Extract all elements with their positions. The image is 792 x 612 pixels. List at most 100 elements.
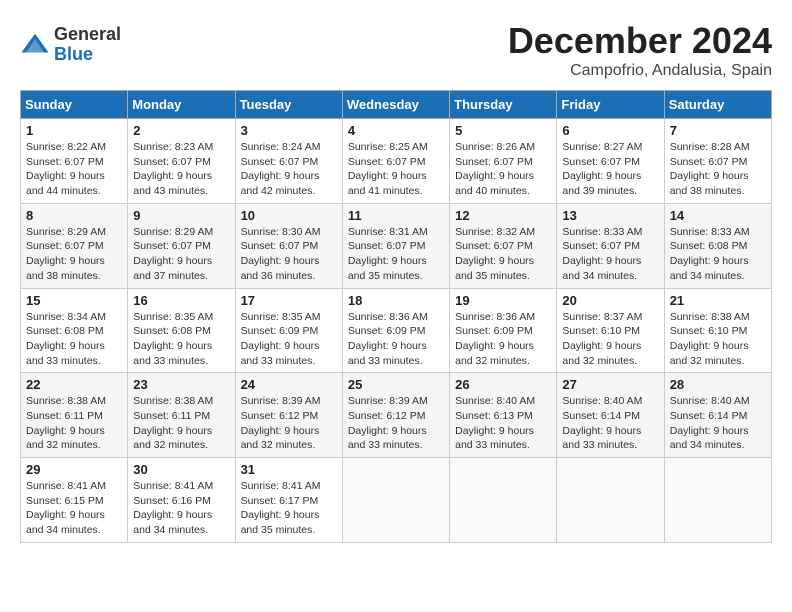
day-cell: 12 Sunrise: 8:32 AMSunset: 6:07 PMDayligh… bbox=[450, 203, 557, 288]
day-cell: 11Sunrise: 8:31 AMSunset: 6:07 PMDayligh… bbox=[342, 203, 449, 288]
day-number: 20 bbox=[562, 293, 658, 308]
day-number: 24 bbox=[241, 377, 337, 392]
day-number: 28 bbox=[670, 377, 766, 392]
day-number: 14 bbox=[670, 208, 766, 223]
day-number: 8 bbox=[26, 208, 122, 223]
day-info: Sunrise: 8:27 AMSunset: 6:07 PMDaylight:… bbox=[562, 140, 658, 199]
day-cell: 8 Sunrise: 8:29 AMSunset: 6:07 PMDaylight… bbox=[21, 203, 128, 288]
day-cell: 6 Sunrise: 8:27 AMSunset: 6:07 PMDaylight… bbox=[557, 119, 664, 204]
day-cell: 26Sunrise: 8:40 AMSunset: 6:13 PMDayligh… bbox=[450, 373, 557, 458]
day-info: Sunrise: 8:28 AMSunset: 6:07 PMDaylight:… bbox=[670, 140, 766, 199]
day-cell: 3Sunrise: 8:24 AMSunset: 6:07 PMDaylight… bbox=[235, 119, 342, 204]
day-cell: 15Sunrise: 8:34 AMSunset: 6:08 PMDayligh… bbox=[21, 288, 128, 373]
logo: General Blue bbox=[20, 25, 121, 65]
day-cell: 24 Sunrise: 8:39 AMSunset: 6:12 PMDayligh… bbox=[235, 373, 342, 458]
day-info: Sunrise: 8:38 AMSunset: 6:11 PMDaylight:… bbox=[26, 394, 122, 453]
day-number: 19 bbox=[455, 293, 551, 308]
weekday-header-row: SundayMondayTuesdayWednesdayThursdayFrid… bbox=[21, 91, 772, 119]
title-area: December 2024 Campofrio, Andalusia, Spai… bbox=[508, 20, 772, 80]
day-number: 2 bbox=[133, 123, 229, 138]
logo-general: General bbox=[54, 25, 121, 45]
day-cell: 28 Sunrise: 8:40 AMSunset: 6:14 PMDayligh… bbox=[664, 373, 771, 458]
day-info: Sunrise: 8:38 AMSunset: 6:11 PMDaylight:… bbox=[133, 394, 229, 453]
day-cell: 9 Sunrise: 8:29 AMSunset: 6:07 PMDaylight… bbox=[128, 203, 235, 288]
day-cell bbox=[450, 458, 557, 543]
day-cell: 10 Sunrise: 8:30 AMSunset: 6:07 PMDayligh… bbox=[235, 203, 342, 288]
day-number: 6 bbox=[562, 123, 658, 138]
day-info: Sunrise: 8:30 AMSunset: 6:07 PMDaylight:… bbox=[241, 225, 337, 284]
day-cell bbox=[664, 458, 771, 543]
day-number: 17 bbox=[241, 293, 337, 308]
location-title: Campofrio, Andalusia, Spain bbox=[508, 62, 772, 80]
day-info: Sunrise: 8:41 AMSunset: 6:17 PMDaylight:… bbox=[241, 479, 337, 538]
day-cell: 7 Sunrise: 8:28 AMSunset: 6:07 PMDaylight… bbox=[664, 119, 771, 204]
day-number: 23 bbox=[133, 377, 229, 392]
week-row-3: 15Sunrise: 8:34 AMSunset: 6:08 PMDayligh… bbox=[21, 288, 772, 373]
day-cell: 19 Sunrise: 8:36 AMSunset: 6:09 PMDayligh… bbox=[450, 288, 557, 373]
day-info: Sunrise: 8:35 AMSunset: 6:09 PMDaylight:… bbox=[241, 310, 337, 369]
day-number: 31 bbox=[241, 462, 337, 477]
day-info: Sunrise: 8:41 AMSunset: 6:16 PMDaylight:… bbox=[133, 479, 229, 538]
day-info: Sunrise: 8:39 AMSunset: 6:12 PMDaylight:… bbox=[348, 394, 444, 453]
day-cell: 4Sunrise: 8:25 AMSunset: 6:07 PMDaylight… bbox=[342, 119, 449, 204]
day-cell: 21Sunrise: 8:38 AMSunset: 6:10 PMDayligh… bbox=[664, 288, 771, 373]
day-cell: 18 Sunrise: 8:36 AMSunset: 6:09 PMDayligh… bbox=[342, 288, 449, 373]
day-info: Sunrise: 8:24 AMSunset: 6:07 PMDaylight:… bbox=[241, 140, 337, 199]
day-info: Sunrise: 8:39 AMSunset: 6:12 PMDaylight:… bbox=[241, 394, 337, 453]
weekday-header-tuesday: Tuesday bbox=[235, 91, 342, 119]
logo-icon bbox=[20, 30, 50, 60]
week-row-4: 22 Sunrise: 8:38 AMSunset: 6:11 PMDayligh… bbox=[21, 373, 772, 458]
day-cell: 14 Sunrise: 8:33 AMSunset: 6:08 PMDayligh… bbox=[664, 203, 771, 288]
day-number: 13 bbox=[562, 208, 658, 223]
day-number: 7 bbox=[670, 123, 766, 138]
day-number: 29 bbox=[26, 462, 122, 477]
day-info: Sunrise: 8:41 AMSunset: 6:15 PMDaylight:… bbox=[26, 479, 122, 538]
day-info: Sunrise: 8:40 AMSunset: 6:14 PMDaylight:… bbox=[670, 394, 766, 453]
day-info: Sunrise: 8:29 AMSunset: 6:07 PMDaylight:… bbox=[133, 225, 229, 284]
day-info: Sunrise: 8:29 AMSunset: 6:07 PMDaylight:… bbox=[26, 225, 122, 284]
header: General Blue December 2024 Campofrio, An… bbox=[20, 20, 772, 80]
day-info: Sunrise: 8:36 AMSunset: 6:09 PMDaylight:… bbox=[348, 310, 444, 369]
day-number: 16 bbox=[133, 293, 229, 308]
weekday-header-sunday: Sunday bbox=[21, 91, 128, 119]
day-cell: 30 Sunrise: 8:41 AMSunset: 6:16 PMDayligh… bbox=[128, 458, 235, 543]
day-info: Sunrise: 8:35 AMSunset: 6:08 PMDaylight:… bbox=[133, 310, 229, 369]
weekday-header-saturday: Saturday bbox=[664, 91, 771, 119]
day-number: 30 bbox=[133, 462, 229, 477]
day-info: Sunrise: 8:40 AMSunset: 6:13 PMDaylight:… bbox=[455, 394, 551, 453]
day-number: 4 bbox=[348, 123, 444, 138]
day-info: Sunrise: 8:36 AMSunset: 6:09 PMDaylight:… bbox=[455, 310, 551, 369]
day-cell: 16 Sunrise: 8:35 AMSunset: 6:08 PMDayligh… bbox=[128, 288, 235, 373]
day-cell: 20Sunrise: 8:37 AMSunset: 6:10 PMDayligh… bbox=[557, 288, 664, 373]
day-number: 15 bbox=[26, 293, 122, 308]
day-info: Sunrise: 8:32 AMSunset: 6:07 PMDaylight:… bbox=[455, 225, 551, 284]
day-number: 22 bbox=[26, 377, 122, 392]
day-info: Sunrise: 8:33 AMSunset: 6:08 PMDaylight:… bbox=[670, 225, 766, 284]
month-title: December 2024 bbox=[508, 20, 772, 62]
day-number: 12 bbox=[455, 208, 551, 223]
week-row-1: 1Sunrise: 8:22 AMSunset: 6:07 PMDaylight… bbox=[21, 119, 772, 204]
day-number: 11 bbox=[348, 208, 444, 223]
day-info: Sunrise: 8:40 AMSunset: 6:14 PMDaylight:… bbox=[562, 394, 658, 453]
day-cell bbox=[557, 458, 664, 543]
day-cell bbox=[342, 458, 449, 543]
day-cell: 5 Sunrise: 8:26 AMSunset: 6:07 PMDaylight… bbox=[450, 119, 557, 204]
day-cell: 1Sunrise: 8:22 AMSunset: 6:07 PMDaylight… bbox=[21, 119, 128, 204]
day-info: Sunrise: 8:23 AMSunset: 6:07 PMDaylight:… bbox=[133, 140, 229, 199]
day-number: 5 bbox=[455, 123, 551, 138]
week-row-2: 8 Sunrise: 8:29 AMSunset: 6:07 PMDaylight… bbox=[21, 203, 772, 288]
day-info: Sunrise: 8:38 AMSunset: 6:10 PMDaylight:… bbox=[670, 310, 766, 369]
day-number: 1 bbox=[26, 123, 122, 138]
day-cell: 31 Sunrise: 8:41 AMSunset: 6:17 PMDayligh… bbox=[235, 458, 342, 543]
day-number: 9 bbox=[133, 208, 229, 223]
day-cell: 2 Sunrise: 8:23 AMSunset: 6:07 PMDaylight… bbox=[128, 119, 235, 204]
day-number: 10 bbox=[241, 208, 337, 223]
day-cell: 22 Sunrise: 8:38 AMSunset: 6:11 PMDayligh… bbox=[21, 373, 128, 458]
day-number: 25 bbox=[348, 377, 444, 392]
day-number: 18 bbox=[348, 293, 444, 308]
day-number: 27 bbox=[562, 377, 658, 392]
day-info: Sunrise: 8:26 AMSunset: 6:07 PMDaylight:… bbox=[455, 140, 551, 199]
week-row-5: 29 Sunrise: 8:41 AMSunset: 6:15 PMDayligh… bbox=[21, 458, 772, 543]
calendar: SundayMondayTuesdayWednesdayThursdayFrid… bbox=[20, 90, 772, 543]
day-cell: 27 Sunrise: 8:40 AMSunset: 6:14 PMDayligh… bbox=[557, 373, 664, 458]
